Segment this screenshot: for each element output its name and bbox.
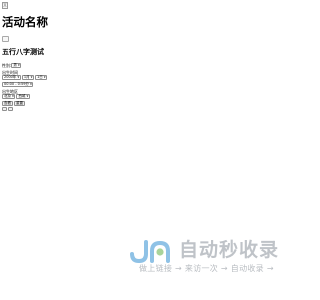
chevron-down-icon: ▼ (29, 83, 32, 86)
broken-image-icon: X (2, 2, 8, 9)
action-buttons-row: 查看 重置 (2, 101, 26, 106)
birth-date-row: 2000年 ▼ 1月 ▼ 1日 ▼ (2, 75, 48, 80)
birth-month-select[interactable]: 1月 ▼ (21, 75, 35, 80)
page: X 活动名称 五行八字测试 性别: 男 ▼ 出生时间 2000年 ▼ 1月 ▼ (0, 0, 300, 300)
section-title: 五行八字测试 (2, 48, 44, 56)
chevron-down-icon: ▼ (17, 76, 20, 79)
province-select[interactable]: 北京 ▼ (2, 94, 16, 99)
province-value: 北京 (4, 94, 11, 98)
small-controls-row (2, 107, 14, 111)
small-button[interactable] (8, 107, 13, 111)
birth-hour-value: 00:00 - 0:59分 (4, 82, 29, 86)
gender-row: 性别: 男 ▼ (2, 63, 22, 68)
chevron-down-icon: ▼ (26, 95, 29, 98)
broken-image-alt: X (3, 3, 7, 9)
watermark-logo-icon (130, 240, 170, 263)
city-select[interactable]: 西城 ▼ (16, 94, 30, 99)
image-placeholder-icon (2, 36, 9, 42)
chevron-down-icon: ▼ (43, 76, 46, 79)
chevron-down-icon: ▼ (12, 95, 14, 98)
watermark-subtitle: 做上链接 → 来访一次 → 自动收录 → (139, 264, 274, 273)
chevron-down-icon: ▼ (17, 64, 20, 67)
query-button[interactable]: 查看 (2, 101, 13, 106)
activity-title: 活动名称 (2, 15, 48, 29)
chevron-down-icon: ▼ (30, 76, 33, 79)
gender-selected-value: 男 (13, 63, 17, 67)
birth-hour-row: 00:00 - 0:59分 ▼ (2, 82, 34, 87)
gender-select[interactable]: 男 ▼ (11, 63, 22, 68)
birth-hour-select[interactable]: 00:00 - 0:59分 ▼ (2, 82, 34, 87)
birth-place-row: 北京 ▼ 西城 ▼ (2, 94, 31, 99)
gender-label: 性别: (2, 63, 12, 68)
small-button[interactable] (2, 107, 7, 111)
birth-year-value: 2000年 (4, 75, 17, 79)
birth-year-select[interactable]: 2000年 ▼ (2, 75, 21, 80)
watermark: 自动秒收录 做上链接 → 来访一次 → 自动收录 → (129, 238, 281, 278)
city-value: 西城 (18, 94, 26, 98)
reset-button[interactable]: 重置 (14, 101, 25, 106)
birth-month-value: 1月 (23, 75, 30, 79)
watermark-title: 自动秒收录 (179, 239, 280, 261)
birth-day-select[interactable]: 1日 ▼ (35, 75, 48, 80)
birth-day-value: 1日 (37, 75, 43, 79)
